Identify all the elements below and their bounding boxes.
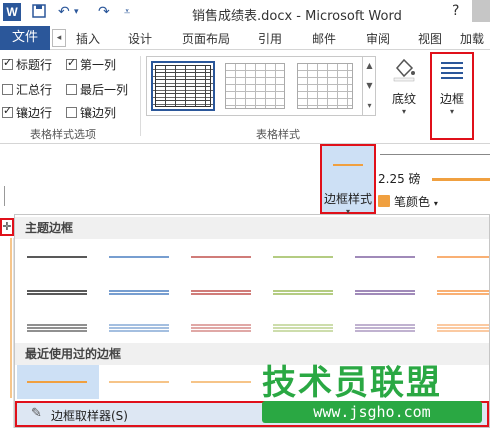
tab-view[interactable]: 视图	[418, 30, 442, 47]
pen-icon: ✎	[31, 406, 42, 421]
border-painter-label: 边框取样器(S)	[51, 409, 128, 423]
table-style-thumb[interactable]	[151, 61, 215, 111]
option-label: 第一列	[80, 58, 117, 72]
checkbox[interactable]	[66, 84, 77, 95]
table-move-handle-icon[interactable]: ✛	[0, 218, 14, 236]
chevron-down-icon[interactable]: ▼	[363, 76, 376, 96]
option-label: 镶边行	[16, 106, 53, 120]
table-styles-gallery	[146, 56, 376, 116]
shading-label: 底纹	[391, 92, 416, 106]
table-border-edge	[10, 238, 12, 398]
chevron-down-icon: ▾	[449, 107, 454, 116]
option-label: 镶边列	[80, 106, 117, 120]
option-last-column[interactable]: 最后一列	[66, 81, 128, 98]
option-label: 汇总行	[16, 83, 53, 97]
title-bar: W ↶ ▾ ↷ ⩡ 销售成绩表.docx - Microsoft Word ?	[0, 0, 490, 26]
group-label-table-style-options: 表格样式选项	[30, 128, 96, 141]
pen-color-button[interactable]: 笔颜色 ▾	[378, 193, 438, 210]
option-banded-rows[interactable]: 镶边行	[2, 104, 52, 121]
watermark-text: 技术员联盟	[262, 363, 442, 403]
ribbon-panel: 标题行 第一列 汇总行 最后一列 镶边行 镶边列 表格样式选项 ▲ ▼ ▾ 表格…	[0, 50, 490, 144]
ribbon-tabs: 文件 ◂ 插入 设计 页面布局 引用 邮件 审阅 视图 加载	[0, 26, 490, 50]
border-styles-button[interactable]: 边框样式 ▾	[320, 144, 376, 216]
tab-layout[interactable]: 页面布局	[182, 30, 230, 47]
undo-dropdown-icon[interactable]: ▾	[74, 4, 79, 20]
pen-weight-value[interactable]: 2.25 磅	[378, 170, 421, 187]
checkbox[interactable]	[66, 107, 77, 118]
option-header-row[interactable]: 标题行	[2, 56, 52, 73]
table-grid-preview	[297, 63, 353, 109]
border-style-line-preview	[333, 164, 363, 166]
word-window: W ↶ ▾ ↷ ⩡ 销售成绩表.docx - Microsoft Word ? …	[0, 0, 490, 428]
option-label: 标题行	[16, 58, 53, 72]
save-icon[interactable]	[32, 4, 46, 22]
chevron-down-icon: ▾	[401, 107, 406, 116]
watermark-url: www.jsgho.com	[262, 401, 482, 423]
tab-scroll-left-button[interactable]: ◂	[52, 29, 66, 47]
gallery-scroll[interactable]: ▲ ▼ ▾	[362, 56, 376, 116]
tab-review[interactable]: 审阅	[366, 30, 390, 47]
tab-insert[interactable]: 插入	[76, 30, 100, 47]
borders-button[interactable]: 边框 ▾	[430, 52, 474, 140]
borders-icon	[441, 62, 463, 84]
checkbox[interactable]	[2, 56, 13, 70]
option-label: 最后一列	[80, 83, 129, 97]
checkbox[interactable]	[2, 84, 13, 95]
option-total-row[interactable]: 汇总行	[2, 81, 52, 98]
tab-mailings[interactable]: 邮件	[312, 30, 336, 47]
redo-icon[interactable]: ↷	[98, 4, 110, 20]
option-banded-columns[interactable]: 镶边列	[66, 104, 116, 121]
window-control[interactable]	[472, 0, 490, 22]
tab-design[interactable]: 设计	[128, 30, 152, 47]
borders-group: 边框样式 ▾ 2.25 磅 笔颜色 ▾	[0, 144, 490, 216]
option-first-column[interactable]: 第一列	[66, 56, 116, 73]
borders-label: 边框	[439, 92, 464, 106]
document-margin-marker	[4, 186, 8, 206]
checkbox[interactable]	[66, 56, 77, 70]
table-grid-preview	[225, 63, 285, 109]
group-label-table-styles: 表格样式	[256, 128, 300, 141]
border-styles-label: 边框样式	[323, 192, 372, 206]
line-style-selector[interactable]	[380, 154, 490, 155]
customize-qat-icon[interactable]: ⩡	[124, 4, 130, 20]
chevron-up-icon[interactable]: ▲	[363, 56, 376, 76]
table-style-thumb[interactable]	[223, 61, 287, 111]
shading-button[interactable]: 底纹 ▾	[384, 54, 424, 120]
chevron-down-icon: ▾	[433, 199, 438, 208]
theme-borders-heading: 主题边框	[15, 217, 489, 239]
help-button[interactable]: ?	[452, 3, 459, 19]
pen-weight-line	[432, 178, 490, 181]
document-title: 销售成绩表.docx - Microsoft Word	[192, 9, 402, 24]
table-grid-preview	[155, 65, 211, 107]
tab-addins[interactable]: 加载	[460, 30, 484, 47]
undo-icon[interactable]: ↶	[58, 4, 70, 20]
checkbox[interactable]	[2, 104, 13, 118]
pen-icon	[378, 195, 390, 207]
pen-color-label: 笔颜色	[394, 195, 431, 209]
paint-bucket-icon	[391, 56, 417, 82]
tab-references[interactable]: 引用	[258, 30, 282, 47]
expand-gallery-icon[interactable]: ▾	[363, 96, 376, 116]
table-style-thumb[interactable]	[295, 61, 355, 111]
word-app-icon[interactable]: W	[3, 3, 21, 21]
tab-file[interactable]: 文件	[0, 26, 50, 50]
group-divider	[140, 56, 141, 136]
